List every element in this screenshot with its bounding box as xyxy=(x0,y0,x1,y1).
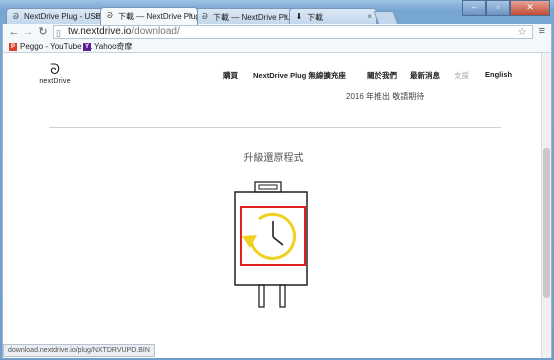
url-host: tw.nextdrive.io xyxy=(68,26,132,37)
address-bar[interactable]: ▯ tw.nextdrive.io/download/ xyxy=(53,25,533,39)
minimize-button[interactable]: – xyxy=(462,0,486,16)
menu-icon[interactable]: ≡ xyxy=(539,25,545,37)
forward-icon[interactable]: → xyxy=(21,25,35,39)
url-path: /download/ xyxy=(131,26,180,37)
tab-download-3[interactable]: ⬇ 下載 × xyxy=(289,8,377,25)
browser-window: ᘐ NextDrive Plug - USB W × ᘐ 下載 — NextDr… xyxy=(0,0,554,360)
peggo-icon: P xyxy=(9,43,17,51)
download-icon: ⬇ xyxy=(295,12,303,21)
nav-buy[interactable]: 購買 xyxy=(223,70,238,81)
close-tab-icon[interactable]: × xyxy=(367,12,372,21)
nextdrive-logo-icon: ᘐ xyxy=(50,62,60,78)
page-icon: ▯ xyxy=(56,28,61,38)
tab-download-active[interactable]: ᘐ 下載 — NextDrive Plug - × xyxy=(100,7,198,25)
window-controls: – ▫ ✕ xyxy=(462,0,550,16)
close-tab-icon[interactable]: × xyxy=(94,12,99,21)
close-window-button[interactable]: ✕ xyxy=(510,0,550,16)
bookmark-star-icon[interactable]: ☆ xyxy=(517,25,527,38)
new-tab-button[interactable] xyxy=(373,11,399,25)
nextdrive-logo-icon: ᘐ xyxy=(13,12,19,21)
nextdrive-logo-icon: ᘐ xyxy=(202,12,208,21)
nav-news[interactable]: 最新消息 xyxy=(410,70,440,81)
nextdrive-logo-icon: ᘐ xyxy=(107,11,113,20)
nav-english[interactable]: English xyxy=(485,70,512,79)
close-tab-icon[interactable]: × xyxy=(283,12,288,21)
back-icon[interactable]: ← xyxy=(7,25,21,39)
scrollbar-thumb[interactable] xyxy=(543,148,550,298)
maximize-button[interactable]: ▫ xyxy=(486,0,510,16)
nav-plug[interactable]: NextDrive Plug 無線擴充座 xyxy=(253,70,346,81)
reload-icon[interactable]: ↻ xyxy=(36,25,50,39)
divider xyxy=(49,127,501,128)
nav-support[interactable]: 支援 xyxy=(454,70,469,81)
news-fragment: 2016 年推出 敬請期待 xyxy=(346,92,425,101)
browser-toolbar: ← → ↻ ▯ tw.nextdrive.io/download/ ☆ ≡ xyxy=(2,24,552,41)
tab-nextdrive-plug[interactable]: ᘐ NextDrive Plug - USB W × xyxy=(6,8,104,25)
close-tab-icon[interactable]: × xyxy=(188,11,193,20)
device-restore-icon[interactable] xyxy=(229,181,313,309)
status-bar: download.nextdrive.io/plug/NXTDRVUPD.BIN xyxy=(3,344,155,357)
vertical-scrollbar[interactable] xyxy=(541,53,551,358)
yahoo-icon: Y xyxy=(83,43,91,51)
bookmark-peggo[interactable]: P Peggo - YouTube t... xyxy=(9,42,93,52)
site-logo[interactable]: ᘐ nextDrive xyxy=(35,63,75,91)
bookmarks-bar: P Peggo - YouTube t... Y Yahoo奇摩 xyxy=(2,41,552,53)
bookmark-yahoo[interactable]: Y Yahoo奇摩 xyxy=(83,42,133,52)
restore-clock-icon xyxy=(242,212,297,260)
tab-download-2[interactable]: ᘐ 下載 — NextDrive Plug - × xyxy=(195,8,293,25)
section-title: 升級還原程式 xyxy=(243,153,304,164)
page-content: ᘐ nextDrive 購買 NextDrive Plug 無線擴充座 關於我們… xyxy=(2,53,552,358)
nav-about[interactable]: 關於我們 xyxy=(367,70,397,81)
